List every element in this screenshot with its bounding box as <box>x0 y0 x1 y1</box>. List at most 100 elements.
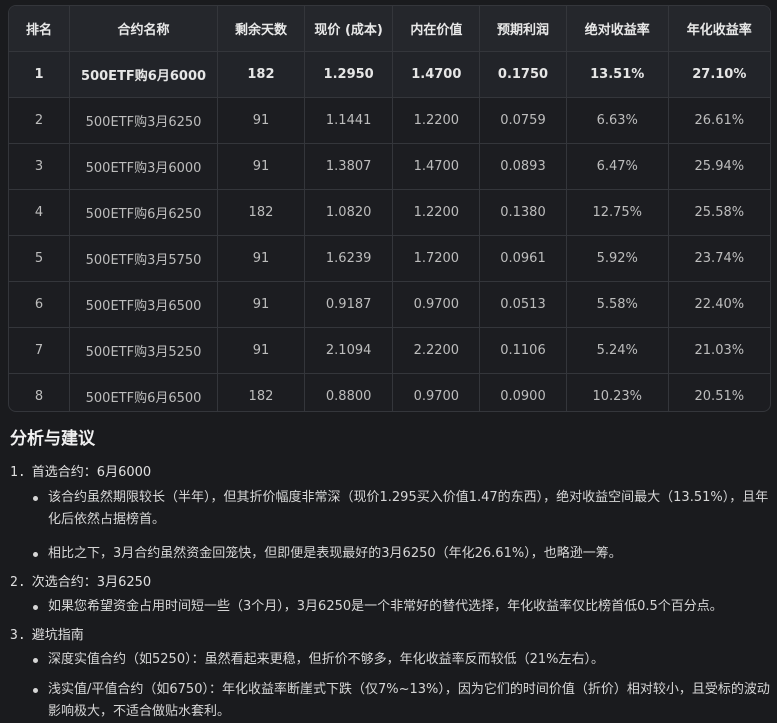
cell-profit: 0.1380 <box>479 189 567 236</box>
table-header-row: 排名 合约名称 剩余天数 现价 (成本) 内在价值 预期利润 绝对收益率 年化收… <box>9 6 770 52</box>
column-header-absolute-return: 绝对收益率 <box>566 6 669 52</box>
cell-absolute-return: 10.23% <box>566 373 669 411</box>
cell-intrinsic: 0.9700 <box>392 281 481 328</box>
bullet-list: 该合约虽然期限较长（半年），但其折价幅度非常深（现价1.295买入价值1.47的… <box>10 487 770 565</box>
cell-intrinsic: 1.2200 <box>392 189 481 236</box>
item-heading: 首选合约：6月6000 <box>31 465 152 480</box>
cell-contract: 500ETF购6月6500 <box>69 373 219 411</box>
cell-price: 1.1441 <box>304 97 394 144</box>
cell-rank: 4 <box>9 189 70 236</box>
cell-days: 182 <box>217 189 305 236</box>
cell-rank: 3 <box>9 143 70 190</box>
cell-absolute-return: 12.75% <box>566 189 669 236</box>
column-header-price: 现价 (成本) <box>304 6 394 52</box>
cell-days: 91 <box>217 281 305 328</box>
column-header-days: 剩余天数 <box>217 6 305 52</box>
table-row: 2 500ETF购3月6250 91 1.1441 1.2200 0.0759 6.63% 2… <box>9 97 770 144</box>
table-row: 8 500ETF购6月6500 182 0.8800 0.9700 0.0900 10.23… <box>9 373 770 411</box>
cell-profit: 0.1106 <box>479 327 567 374</box>
column-header-annualized-return: 年化收益率 <box>686 23 752 38</box>
item-heading: 避坑指南 <box>31 628 84 643</box>
bullet-list: 如果您希望资金占用时间短一些（3个月），3月6250是一个非常好的替代选择，年化… <box>10 596 770 618</box>
cell-price: 2.1094 <box>304 327 394 374</box>
cell-annualized-return: 26.61% <box>668 97 770 144</box>
cell-contract: 500ETF购3月5750 <box>69 235 219 282</box>
bullet-item: 该合约虽然期限较长（半年），但其折价幅度非常深（现价1.295买入价值1.47的… <box>10 487 770 531</box>
table-row: 4 500ETF购6月6250 182 1.0820 1.2200 0.1380 12.75… <box>9 189 770 236</box>
cell-absolute-return: 5.58% <box>566 281 669 328</box>
cell-days: 182 <box>217 373 305 411</box>
bullet-dot-icon <box>33 496 38 501</box>
table-row: 5 500ETF购3月5750 91 1.6239 1.7200 0.0961 5.92% 2… <box>9 235 770 282</box>
bullet-list: 深度实值合约（如5250）：虽然看起来更稳，但折价不够多，年化收益率反而较低（2… <box>10 649 770 723</box>
cell-intrinsic: 2.2200 <box>392 327 481 374</box>
bullet-item: 浅实值/平值合约（如6750）：年化收益率断崖式下跌（仅7%~13%），因为它们… <box>10 679 770 723</box>
item-number: 1. <box>10 465 26 480</box>
cell-profit: 0.0900 <box>479 373 567 411</box>
analysis-item-3: 3. 避坑指南 深度实值合约（如5250）：虽然看起来更稳，但折价不够多，年化收… <box>10 624 770 723</box>
cell-price: 1.0820 <box>304 189 394 236</box>
cell-days: 91 <box>217 235 305 282</box>
table-row: 1 500ETF购6月6000 182 1.2950 1.4700 0.1750 13.51… <box>9 51 770 98</box>
cell-intrinsic: 1.2200 <box>392 97 481 144</box>
cell-profit: 0.0893 <box>479 143 567 190</box>
cell-days: 91 <box>217 97 305 144</box>
cell-annualized-return: 25.94% <box>668 143 770 190</box>
cell-rank: 2 <box>9 97 70 144</box>
cell-annualized-return: 25.58% <box>668 189 770 236</box>
cell-days: 91 <box>217 143 305 190</box>
cell-contract: 500ETF购6月6250 <box>69 189 219 236</box>
cell-rank: 8 <box>9 373 70 411</box>
cell-contract: 500ETF购6月6000 <box>69 51 219 98</box>
bullet-item: 深度实值合约（如5250）：虽然看起来更稳，但折价不够多，年化收益率反而较低（2… <box>10 649 770 671</box>
cell-contract: 500ETF购3月6500 <box>69 281 219 328</box>
cell-intrinsic: 1.7200 <box>392 235 481 282</box>
analysis-item-1: 1. 首选合约：6月6000 该合约虽然期限较长（半年），但其折价幅度非常深（现… <box>10 461 770 565</box>
cell-annualized-return: 22.40% <box>668 281 770 328</box>
cell-rank: 7 <box>9 327 70 374</box>
cell-absolute-return: 5.24% <box>566 327 669 374</box>
cell-absolute-return: 6.63% <box>566 97 669 144</box>
column-header-intrinsic: 内在价值 <box>392 6 481 52</box>
cell-rank: 6 <box>9 281 70 328</box>
cell-annualized-return: 27.10% <box>668 51 770 98</box>
cell-profit: 0.0513 <box>479 281 567 328</box>
cell-annualized-return: 23.74% <box>668 235 770 282</box>
cell-absolute-return: 13.51% <box>566 51 669 98</box>
bullet-dot-icon <box>33 605 38 610</box>
bullet-dot-icon <box>33 688 38 693</box>
bullet-dot-icon <box>33 552 38 557</box>
column-header-rank: 排名 <box>9 6 70 52</box>
ranking-table: 排名 合约名称 剩余天数 现价 (成本) 内在价值 预期利润 绝对收益率 年化收… <box>9 6 770 411</box>
cell-days: 91 <box>217 327 305 374</box>
column-header-contract: 合约名称 <box>69 6 219 52</box>
cell-rank: 5 <box>9 235 70 282</box>
cell-profit: 0.1750 <box>479 51 567 98</box>
analysis-title: 分析与建议 <box>10 429 95 449</box>
cell-intrinsic: 1.4700 <box>392 143 481 190</box>
cell-days: 182 <box>217 51 305 98</box>
cell-absolute-return: 5.92% <box>566 235 669 282</box>
bullet-dot-icon <box>33 658 38 663</box>
cell-price: 0.8800 <box>304 373 394 411</box>
cell-profit: 0.0759 <box>479 97 567 144</box>
page: 排名 合约名称 剩余天数 现价 (成本) 内在价值 预期利润 绝对收益率 年化收… <box>0 0 777 722</box>
cell-contract: 500ETF购3月5250 <box>69 327 219 374</box>
bullet-item: 如果您希望资金占用时间短一些（3个月），3月6250是一个非常好的替代选择，年化… <box>10 596 770 618</box>
analysis-section: 分析与建议 1. 首选合约：6月6000 该合约虽然期限较长（半年），但其折价幅… <box>10 424 770 723</box>
column-header-profit: 预期利润 <box>479 6 567 52</box>
item-number: 2. <box>10 575 26 590</box>
cell-annualized-return: 21.03% <box>668 327 770 374</box>
item-heading: 次选合约：3月6250 <box>31 575 152 590</box>
cell-profit: 0.0961 <box>479 235 567 282</box>
cell-price: 1.6239 <box>304 235 394 282</box>
cell-intrinsic: 1.4700 <box>392 51 481 98</box>
cell-rank: 1 <box>9 51 70 98</box>
cell-price: 0.9187 <box>304 281 394 328</box>
table-row: 6 500ETF购3月6500 91 0.9187 0.9700 0.0513 5.58% 2… <box>9 281 770 328</box>
cell-price: 1.2950 <box>304 51 394 98</box>
analysis-item-2: 2. 次选合约：3月6250 如果您希望资金占用时间短一些（3个月），3月625… <box>10 571 770 618</box>
cell-intrinsic: 0.9700 <box>392 373 481 411</box>
bullet-item: 相比之下，3月合约虽然资金回笼快，但即便是表现最好的3月6250（年化26.61… <box>10 543 770 565</box>
cell-contract: 500ETF购3月6000 <box>69 143 219 190</box>
